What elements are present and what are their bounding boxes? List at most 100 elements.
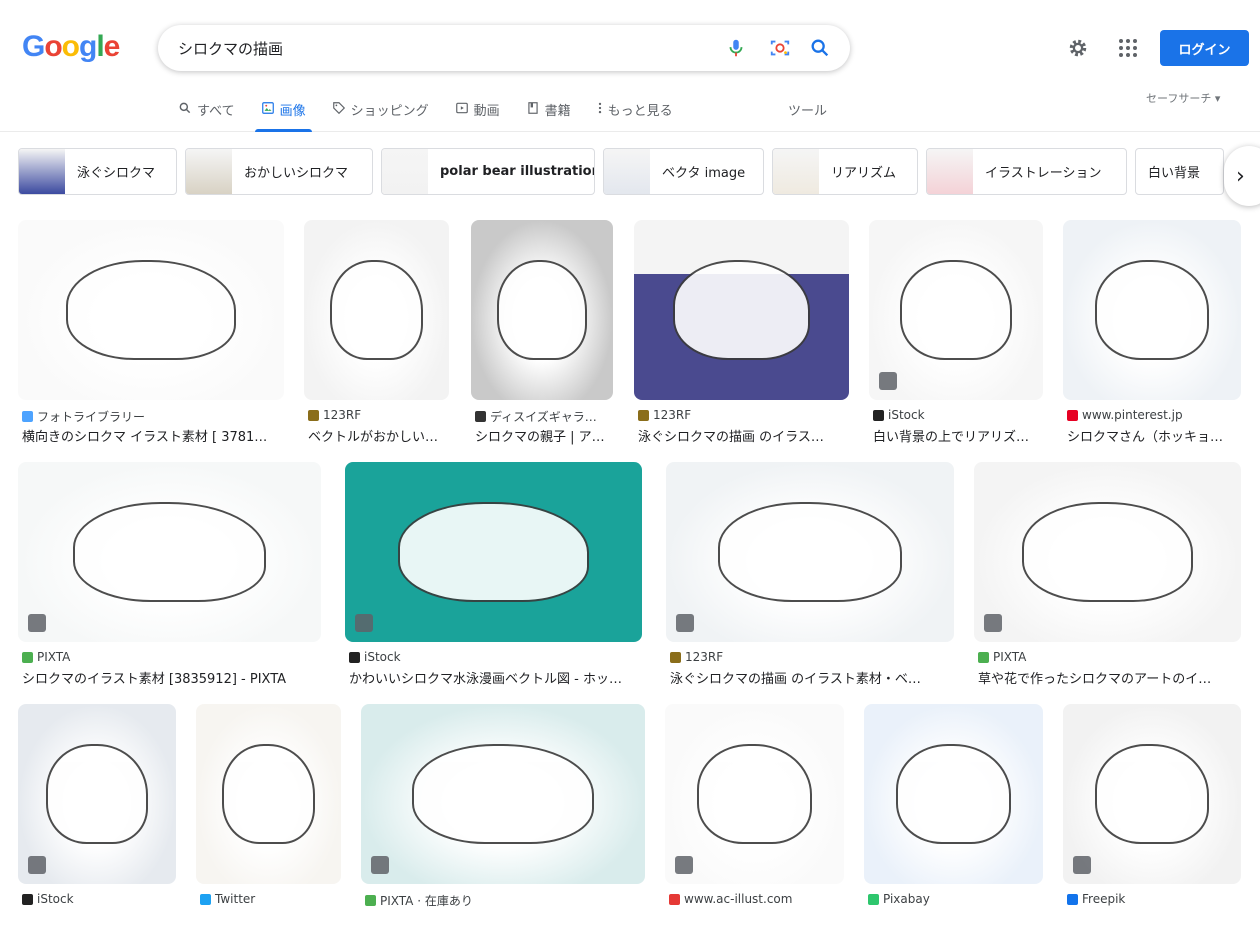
tab-label: 画像 [279,104,306,119]
result-thumbnail[interactable] [1063,220,1241,400]
tab-book[interactable]: 書籍 [526,96,571,132]
search-input[interactable] [178,25,698,71]
image-result[interactable]: PIXTA シロクマのイラスト素材 [3835912] - PIXTA [18,462,321,687]
safesearch-dropdown[interactable]: セーフサーチ ▾ [1146,90,1220,106]
tab-image[interactable]: 画像 [254,96,312,132]
result-caption[interactable]: シロクマのイラスト素材 [3835912] - PIXTA [22,668,321,687]
site-favicon-icon [475,411,486,422]
polar-bear-image [1095,743,1209,845]
chevron-right-icon[interactable]: › [1224,146,1260,206]
result-thumbnail[interactable] [196,704,341,884]
result-source[interactable]: PIXTA [22,650,70,664]
more-icon [597,101,603,119]
result-caption[interactable]: シロクマさん（ホッキョ… [1067,426,1241,445]
result-source[interactable]: フォトライブラリー [22,408,145,425]
result-source[interactable]: PIXTA · 在庫あり [365,892,473,909]
result-thumbnail[interactable] [666,462,954,642]
site-favicon-icon [868,893,879,905]
image-result[interactable]: Freepik [1063,704,1241,928]
related-chip[interactable]: おかしいシロクマ [185,148,373,195]
login-button[interactable]: ログイン [1160,30,1249,66]
result-source[interactable]: www.ac-illust.com [669,892,792,906]
result-thumbnail[interactable] [304,220,449,400]
result-source[interactable]: PIXTA [978,650,1026,664]
image-result[interactable]: 123RF ベクトルがおかしい… [304,220,449,445]
result-thumbnail[interactable] [634,220,849,400]
image-result[interactable]: 123RF 泳ぐシロクマの描画 のイラスト素材・ベ… [666,462,954,687]
result-thumbnail[interactable] [1063,704,1241,884]
result-thumbnail[interactable] [361,704,645,884]
tools-button[interactable]: ツール [788,100,827,119]
site-favicon-icon [669,893,680,905]
result-source[interactable]: ディスイズギャラ… [475,408,597,425]
google-logo[interactable]: Google [22,30,120,64]
result-thumbnail[interactable] [18,462,321,642]
polar-bear-image [900,259,1012,361]
tab-label: もっと見る [607,104,673,119]
image-result[interactable]: iStock [18,704,176,928]
image-result[interactable]: PIXTA · 在庫あり [361,704,645,928]
microphone-icon[interactable] [725,37,747,59]
result-thumbnail[interactable] [18,220,284,400]
result-thumbnail[interactable] [345,462,642,642]
search-icon[interactable] [809,37,831,59]
tab-tag[interactable]: ショッピング [332,96,429,132]
image-result[interactable]: フォトライブラリー 横向きのシロクマ イラスト素材 [ 3781… [18,220,284,445]
result-source[interactable]: Freepik [1067,892,1125,906]
image-result[interactable]: www.pinterest.jp シロクマさん（ホッキョ… [1063,220,1241,445]
source-name: PIXTA [37,650,71,664]
image-result[interactable]: Twitter [196,704,341,928]
image-result[interactable]: Pixabay [864,704,1043,928]
camera-lens-icon[interactable] [769,37,791,59]
result-source[interactable]: Pixabay [868,892,930,906]
chip-label: ベクタ image [662,166,746,181]
image-result[interactable]: PIXTA 草や花で作ったシロクマのアートのイ… [974,462,1241,687]
chip-thumbnail [773,149,819,194]
related-chip[interactable]: ベクタ image [603,148,764,195]
chip-label: イラストレーション [985,166,1102,181]
result-source[interactable]: 123RF [308,408,361,422]
tab-more[interactable]: もっと見る [597,96,673,132]
tab-search[interactable]: すべて [178,96,235,132]
image-result[interactable]: www.ac-illust.com [665,704,844,928]
related-chip[interactable]: polar bear illustration [381,148,595,195]
result-thumbnail[interactable] [974,462,1241,642]
result-caption[interactable]: かわいいシロクマ水泳漫画ベクトル図 - ホッ… [349,668,642,687]
related-chip[interactable]: 泳ぐシロクマ [18,148,177,195]
related-chip[interactable]: リアリズム [772,148,918,195]
site-favicon-icon [308,409,319,421]
related-chip[interactable]: 白い背景 [1135,148,1224,195]
result-source[interactable]: www.pinterest.jp [1067,408,1183,422]
apps-grid-icon[interactable] [1118,38,1138,62]
result-source[interactable]: 123RF [670,650,723,664]
result-source[interactable]: Twitter [200,892,255,906]
image-result[interactable]: ディスイズギャラ… シロクマの親子 | ア… [471,220,613,445]
tab-play[interactable]: 動画 [455,96,500,132]
result-thumbnail[interactable] [864,704,1043,884]
result-source[interactable]: 123RF [638,408,691,422]
result-thumbnail[interactable] [471,220,613,400]
image-result[interactable]: 123RF 泳ぐシロクマの描画 のイラス… [634,220,849,445]
image-result[interactable]: iStock 白い背景の上でリアリズ… [869,220,1043,445]
result-thumbnail[interactable] [18,704,176,884]
result-caption[interactable]: 泳ぐシロクマの描画 のイラスト素材・ベ… [670,668,954,687]
result-caption[interactable]: 泳ぐシロクマの描画 のイラス… [638,426,849,445]
result-source[interactable]: iStock [873,408,925,422]
chip-thumbnail [927,149,973,194]
result-caption[interactable]: シロクマの親子 | ア… [475,426,613,445]
settings-gear-icon[interactable] [1067,37,1089,63]
result-source[interactable]: iStock [22,892,74,906]
result-caption[interactable]: 横向きのシロクマ イラスト素材 [ 3781… [22,426,284,445]
source-name: 123RF [685,650,724,664]
result-caption[interactable]: 草や花で作ったシロクマのアートのイ… [978,668,1241,687]
chip-label: おかしいシロクマ [244,166,349,181]
image-result[interactable]: iStock かわいいシロクマ水泳漫画ベクトル図 - ホッ… [345,462,642,687]
result-thumbnail[interactable] [869,220,1043,400]
result-source[interactable]: iStock [349,650,401,664]
result-caption[interactable]: ベクトルがおかしい… [308,426,449,445]
result-thumbnail[interactable] [665,704,844,884]
source-name: PIXTA · 在庫あり [380,894,473,908]
related-chip[interactable]: イラストレーション [926,148,1127,195]
polar-bear-image [65,259,237,361]
result-caption[interactable]: 白い背景の上でリアリズ… [873,426,1043,445]
